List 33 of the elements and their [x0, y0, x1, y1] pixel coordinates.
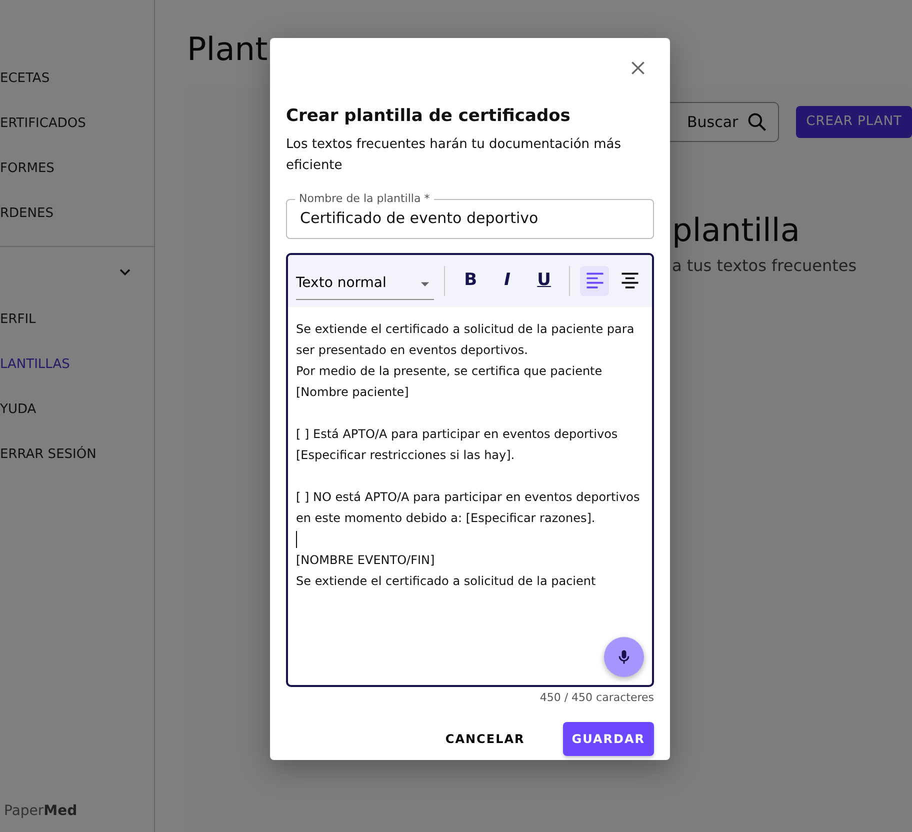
text-line: Se extiende el certificado a solicitud de la pacient	[296, 572, 597, 590]
sidebar-item[interactable]: ECETAS	[0, 56, 154, 101]
bold-button[interactable]: B	[455, 264, 486, 296]
empty-state-title: plantilla	[672, 210, 801, 250]
italic-button[interactable]: I	[492, 264, 523, 296]
sidebar-item[interactable]: LANTILLAS	[0, 342, 154, 387]
logo: PaperMed	[3, 802, 78, 821]
sidebar-item[interactable]: FORMES	[0, 146, 154, 191]
text-line: [ ] NO está APTO/A para participar en eventos deportivos en este momento debido a: [Especificar razones].	[296, 488, 641, 526]
search-icon	[746, 111, 768, 133]
sidebar-item[interactable]: YUDA	[0, 387, 154, 432]
cancel-button[interactable]: CANCELAR	[429, 722, 541, 756]
text-line: [NOMBRE EVENTO/FIN]	[296, 552, 436, 568]
dialog-title: Crear plantilla de certificados	[286, 105, 572, 128]
page-title: Plant	[187, 29, 268, 70]
dialog-subtitle: Los textos frecuentes harán tu documentación más eficiente	[286, 136, 622, 174]
underline-button[interactable]: U	[528, 264, 560, 296]
sidebar-item[interactable]: ERTIFICADOS	[0, 101, 154, 146]
text-line: [ ] Está APTO/A para participar en eventos deportivos [Especificar restricciones si las hay].	[296, 426, 619, 464]
text-style-select[interactable]: Texto normal	[296, 269, 434, 300]
text-line: Por medio de la presente, se certifica que paciente [Nombre paciente]	[296, 362, 604, 400]
text-line: Se extiende el certificado a solicitud de la paciente para ser presentado en eventos deportivos.	[296, 320, 636, 358]
create-template-button[interactable]: CREAR PLANT	[796, 106, 912, 138]
text-editor[interactable]	[286, 252, 654, 686]
sidebar-item[interactable]: ERFIL	[0, 297, 154, 342]
empty-state-subtitle: a tus textos frecuentes	[672, 255, 858, 277]
character-counter: 450 / 450 caracteres	[538, 690, 654, 706]
sidebar-item[interactable]: RDENES	[0, 191, 154, 236]
align-left-button[interactable]	[580, 266, 610, 296]
text-cursor	[296, 530, 297, 548]
save-button[interactable]: GUARDAR	[562, 722, 654, 756]
sidebar-item[interactable]: ERRAR SESIÓN	[0, 432, 154, 477]
microphone-button[interactable]	[604, 636, 644, 676]
